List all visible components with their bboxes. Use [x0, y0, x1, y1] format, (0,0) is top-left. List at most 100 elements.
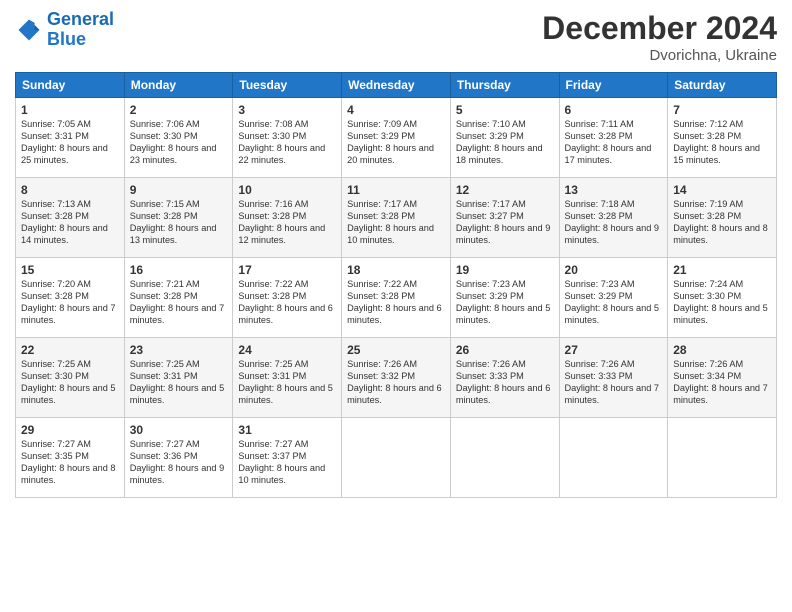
day-number: 28: [673, 342, 771, 358]
day-number: 6: [565, 102, 663, 118]
calendar-week-row: 15Sunrise: 7:20 AM Sunset: 3:28 PM Dayli…: [16, 258, 777, 338]
calendar-table: Sunday Monday Tuesday Wednesday Thursday…: [15, 72, 777, 498]
day-info: Sunrise: 7:10 AM Sunset: 3:29 PM Dayligh…: [456, 119, 554, 167]
calendar-week-row: 29Sunrise: 7:27 AM Sunset: 3:35 PM Dayli…: [16, 418, 777, 498]
day-info: Sunrise: 7:13 AM Sunset: 3:28 PM Dayligh…: [21, 199, 119, 247]
table-row: 25Sunrise: 7:26 AM Sunset: 3:32 PM Dayli…: [342, 338, 451, 418]
day-info: Sunrise: 7:22 AM Sunset: 3:28 PM Dayligh…: [347, 279, 445, 327]
table-row: 3Sunrise: 7:08 AM Sunset: 3:30 PM Daylig…: [233, 98, 342, 178]
table-row: 7Sunrise: 7:12 AM Sunset: 3:28 PM Daylig…: [668, 98, 777, 178]
day-info: Sunrise: 7:25 AM Sunset: 3:31 PM Dayligh…: [130, 359, 228, 407]
table-row: 4Sunrise: 7:09 AM Sunset: 3:29 PM Daylig…: [342, 98, 451, 178]
table-row: 14Sunrise: 7:19 AM Sunset: 3:28 PM Dayli…: [668, 178, 777, 258]
logo-general: General: [47, 9, 114, 29]
table-row: 10Sunrise: 7:16 AM Sunset: 3:28 PM Dayli…: [233, 178, 342, 258]
day-info: Sunrise: 7:17 AM Sunset: 3:27 PM Dayligh…: [456, 199, 554, 247]
day-info: Sunrise: 7:24 AM Sunset: 3:30 PM Dayligh…: [673, 279, 771, 327]
table-row: 30Sunrise: 7:27 AM Sunset: 3:36 PM Dayli…: [124, 418, 233, 498]
table-row: 12Sunrise: 7:17 AM Sunset: 3:27 PM Dayli…: [450, 178, 559, 258]
day-info: Sunrise: 7:27 AM Sunset: 3:36 PM Dayligh…: [130, 439, 228, 487]
table-row: 19Sunrise: 7:23 AM Sunset: 3:29 PM Dayli…: [450, 258, 559, 338]
day-number: 13: [565, 182, 663, 198]
table-row: 22Sunrise: 7:25 AM Sunset: 3:30 PM Dayli…: [16, 338, 125, 418]
day-number: 27: [565, 342, 663, 358]
table-row: 13Sunrise: 7:18 AM Sunset: 3:28 PM Dayli…: [559, 178, 668, 258]
day-info: Sunrise: 7:19 AM Sunset: 3:28 PM Dayligh…: [673, 199, 771, 247]
day-number: 8: [21, 182, 119, 198]
table-row: 29Sunrise: 7:27 AM Sunset: 3:35 PM Dayli…: [16, 418, 125, 498]
day-info: Sunrise: 7:06 AM Sunset: 3:30 PM Dayligh…: [130, 119, 228, 167]
day-info: Sunrise: 7:16 AM Sunset: 3:28 PM Dayligh…: [238, 199, 336, 247]
day-number: 14: [673, 182, 771, 198]
day-number: 12: [456, 182, 554, 198]
main-title: December 2024: [542, 10, 777, 47]
col-sunday: Sunday: [16, 73, 125, 98]
day-number: 17: [238, 262, 336, 278]
day-number: 19: [456, 262, 554, 278]
col-saturday: Saturday: [668, 73, 777, 98]
day-info: Sunrise: 7:11 AM Sunset: 3:28 PM Dayligh…: [565, 119, 663, 167]
table-row: 1Sunrise: 7:05 AM Sunset: 3:31 PM Daylig…: [16, 98, 125, 178]
table-row: 11Sunrise: 7:17 AM Sunset: 3:28 PM Dayli…: [342, 178, 451, 258]
calendar-body: 1Sunrise: 7:05 AM Sunset: 3:31 PM Daylig…: [16, 98, 777, 498]
calendar-week-row: 8Sunrise: 7:13 AM Sunset: 3:28 PM Daylig…: [16, 178, 777, 258]
table-row: 26Sunrise: 7:26 AM Sunset: 3:33 PM Dayli…: [450, 338, 559, 418]
calendar-week-row: 1Sunrise: 7:05 AM Sunset: 3:31 PM Daylig…: [16, 98, 777, 178]
table-row: 2Sunrise: 7:06 AM Sunset: 3:30 PM Daylig…: [124, 98, 233, 178]
day-info: Sunrise: 7:18 AM Sunset: 3:28 PM Dayligh…: [565, 199, 663, 247]
day-number: 15: [21, 262, 119, 278]
table-row: 9Sunrise: 7:15 AM Sunset: 3:28 PM Daylig…: [124, 178, 233, 258]
day-info: Sunrise: 7:27 AM Sunset: 3:35 PM Dayligh…: [21, 439, 119, 487]
page-header: General Blue December 2024 Dvorichna, Uk…: [15, 10, 777, 64]
day-number: 18: [347, 262, 445, 278]
day-info: Sunrise: 7:22 AM Sunset: 3:28 PM Dayligh…: [238, 279, 336, 327]
subtitle: Dvorichna, Ukraine: [542, 47, 777, 64]
day-info: Sunrise: 7:23 AM Sunset: 3:29 PM Dayligh…: [456, 279, 554, 327]
day-info: Sunrise: 7:21 AM Sunset: 3:28 PM Dayligh…: [130, 279, 228, 327]
day-number: 11: [347, 182, 445, 198]
col-thursday: Thursday: [450, 73, 559, 98]
calendar-header-row: Sunday Monday Tuesday Wednesday Thursday…: [16, 73, 777, 98]
day-info: Sunrise: 7:05 AM Sunset: 3:31 PM Dayligh…: [21, 119, 119, 167]
day-number: 9: [130, 182, 228, 198]
table-row: 24Sunrise: 7:25 AM Sunset: 3:31 PM Dayli…: [233, 338, 342, 418]
day-number: 20: [565, 262, 663, 278]
calendar-week-row: 22Sunrise: 7:25 AM Sunset: 3:30 PM Dayli…: [16, 338, 777, 418]
title-section: December 2024 Dvorichna, Ukraine: [542, 10, 777, 64]
day-info: Sunrise: 7:26 AM Sunset: 3:32 PM Dayligh…: [347, 359, 445, 407]
day-number: 7: [673, 102, 771, 118]
logo: General Blue: [15, 10, 114, 50]
day-info: Sunrise: 7:26 AM Sunset: 3:33 PM Dayligh…: [565, 359, 663, 407]
day-info: Sunrise: 7:23 AM Sunset: 3:29 PM Dayligh…: [565, 279, 663, 327]
logo-blue: Blue: [47, 29, 86, 49]
day-info: Sunrise: 7:25 AM Sunset: 3:30 PM Dayligh…: [21, 359, 119, 407]
table-row: [342, 418, 451, 498]
logo-text: General Blue: [47, 10, 114, 50]
table-row: 15Sunrise: 7:20 AM Sunset: 3:28 PM Dayli…: [16, 258, 125, 338]
table-row: [450, 418, 559, 498]
day-number: 10: [238, 182, 336, 198]
col-friday: Friday: [559, 73, 668, 98]
day-number: 1: [21, 102, 119, 118]
col-tuesday: Tuesday: [233, 73, 342, 98]
table-row: 23Sunrise: 7:25 AM Sunset: 3:31 PM Dayli…: [124, 338, 233, 418]
table-row: 5Sunrise: 7:10 AM Sunset: 3:29 PM Daylig…: [450, 98, 559, 178]
day-number: 29: [21, 422, 119, 438]
col-monday: Monday: [124, 73, 233, 98]
day-number: 21: [673, 262, 771, 278]
logo-icon: [15, 16, 43, 44]
day-number: 23: [130, 342, 228, 358]
day-number: 31: [238, 422, 336, 438]
day-info: Sunrise: 7:26 AM Sunset: 3:34 PM Dayligh…: [673, 359, 771, 407]
day-info: Sunrise: 7:20 AM Sunset: 3:28 PM Dayligh…: [21, 279, 119, 327]
table-row: 27Sunrise: 7:26 AM Sunset: 3:33 PM Dayli…: [559, 338, 668, 418]
table-row: 18Sunrise: 7:22 AM Sunset: 3:28 PM Dayli…: [342, 258, 451, 338]
table-row: 6Sunrise: 7:11 AM Sunset: 3:28 PM Daylig…: [559, 98, 668, 178]
day-number: 4: [347, 102, 445, 118]
day-number: 5: [456, 102, 554, 118]
table-row: [668, 418, 777, 498]
day-info: Sunrise: 7:26 AM Sunset: 3:33 PM Dayligh…: [456, 359, 554, 407]
day-info: Sunrise: 7:15 AM Sunset: 3:28 PM Dayligh…: [130, 199, 228, 247]
table-row: 20Sunrise: 7:23 AM Sunset: 3:29 PM Dayli…: [559, 258, 668, 338]
day-number: 16: [130, 262, 228, 278]
